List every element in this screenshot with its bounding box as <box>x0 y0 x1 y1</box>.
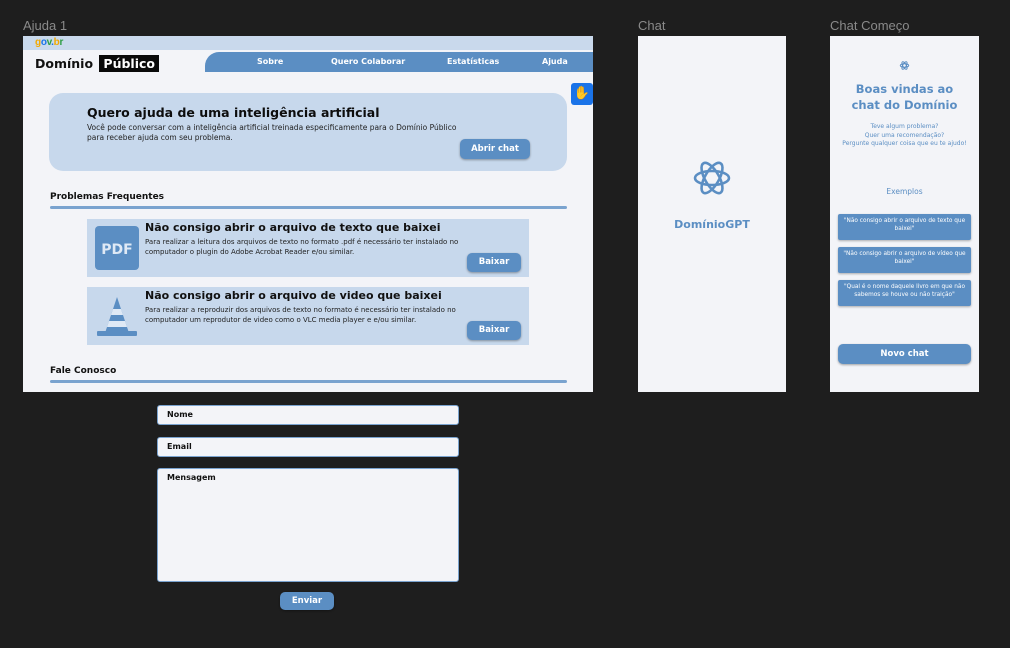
welcome-line2: chat do Domínio <box>851 98 958 112</box>
nav-item-ajuda[interactable]: Ajuda <box>542 57 568 66</box>
welcome-sub-line2: Quer uma recomendação? <box>864 131 945 139</box>
new-chat-button[interactable]: Novo chat <box>838 344 971 364</box>
gov-bar: gov.br <box>23 36 593 50</box>
ai-help-text: Você pode conversar com a inteligência a… <box>87 123 457 142</box>
welcome-line1: Boas vindas ao <box>855 82 954 96</box>
name-field[interactable]: Nome <box>157 405 459 425</box>
openai-logo-icon <box>693 161 731 195</box>
frame-label-ajuda: Ajuda 1 <box>23 18 68 33</box>
nav-item-sobre[interactable]: Sobre <box>257 57 283 66</box>
faq-card-text-body: Para realizar a reproduzir dos arquivos … <box>145 306 456 324</box>
faq-title: Problemas Frequentes <box>50 192 165 202</box>
download-button[interactable]: Baixar <box>467 321 521 340</box>
welcome-sub-line1: Teve algum problema? <box>870 123 939 130</box>
example-prompt[interactable]: "Qual é o nome daquele livro em que não … <box>838 280 971 306</box>
sign-language-icon[interactable]: ✋ <box>571 83 593 105</box>
pdf-icon-label: PDF <box>101 242 132 258</box>
pdf-icon: PDF <box>95 226 139 270</box>
welcome-sub-line3: Pergunte qualquer coisa que eu te ajudo! <box>842 140 967 147</box>
chat-start-frame: Boas vindas ao chat do Domínio Teve algu… <box>830 36 979 392</box>
brand-part2: Público <box>99 55 159 72</box>
message-placeholder: Mensagem <box>167 473 216 482</box>
main-nav: Sobre Quero Colaborar Estatísticas Ajuda <box>205 52 593 72</box>
email-placeholder: Email <box>167 442 192 451</box>
message-field[interactable]: Mensagem <box>157 468 459 582</box>
gov-logo[interactable]: gov.br <box>35 37 63 48</box>
ai-help-title: Quero ajuda de uma inteligência artifici… <box>87 105 380 120</box>
frame-label-chat-start: Chat Começo <box>830 18 910 33</box>
site-brand[interactable]: Domínio Público <box>35 55 159 72</box>
help-page-frame: gov.br Domínio Público Sobre Quero Colab… <box>23 36 593 392</box>
submit-button[interactable]: Enviar <box>280 592 334 610</box>
nav-item-estatisticas[interactable]: Estatísticas <box>447 57 499 66</box>
example-prompt[interactable]: "Não consigo abrir o arquivo de texto qu… <box>838 214 971 240</box>
contact-divider <box>50 380 567 383</box>
example-prompt[interactable]: "Não consigo abrir o arquivo de vídeo qu… <box>838 247 971 273</box>
faq-card-video: Não consigo abrir o arquivo de video que… <box>87 287 529 345</box>
faq-card-title: Não consigo abrir o arquivo de video que… <box>145 289 442 302</box>
ai-help-banner: Quero ajuda de uma inteligência artifici… <box>49 93 567 171</box>
name-placeholder: Nome <box>167 410 193 419</box>
contact-title: Fale Conosco <box>50 366 117 376</box>
welcome-title: Boas vindas ao chat do Domínio <box>830 81 979 113</box>
welcome-subtitle: Teve algum problema? Quer uma recomendaç… <box>830 123 979 149</box>
brand-part1: Domínio <box>35 56 94 71</box>
frame-label-chat: Chat <box>638 18 666 33</box>
email-field[interactable]: Email <box>157 437 459 457</box>
nav-item-quero-colaborar[interactable]: Quero Colaborar <box>331 57 405 66</box>
faq-card-text: PDF Não consigo abrir o arquivo de texto… <box>87 219 529 277</box>
examples-title: Exemplos <box>886 187 923 196</box>
download-button[interactable]: Baixar <box>467 253 521 272</box>
chat-bot-name: DomínioGPT <box>674 218 750 231</box>
vlc-cone-icon <box>97 297 137 336</box>
chat-frame: DomínioGPT <box>638 36 786 392</box>
open-chat-button[interactable]: Abrir chat <box>460 139 530 159</box>
faq-card-text-body: Para realizar a leitura dos arquivos de … <box>145 238 459 256</box>
openai-logo-icon <box>899 61 910 70</box>
faq-card-title: Não consigo abrir o arquivo de texto que… <box>145 221 441 234</box>
faq-divider <box>50 206 567 209</box>
